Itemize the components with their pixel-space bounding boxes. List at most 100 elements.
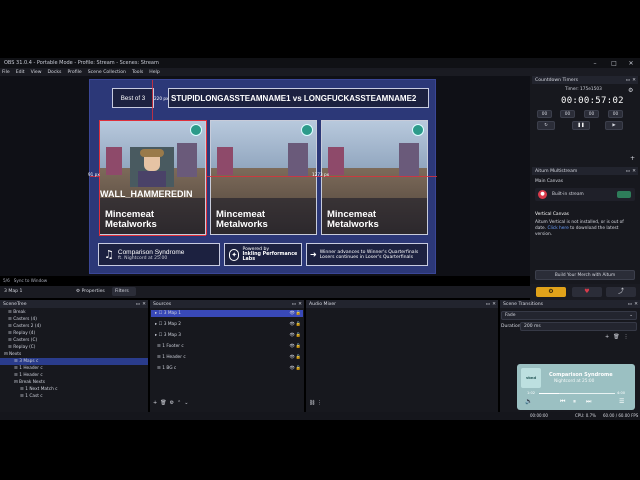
- map-card-1[interactable]: WALL_HAMMEREDIN Mincemeat Metalworks: [99, 120, 206, 235]
- map-card-2[interactable]: Mincemeat Metalworks: [210, 120, 317, 235]
- advance-line1: Winner advances to Winner's Quarterfinal…: [319, 249, 419, 255]
- audio-controls[interactable]: ⛓ ⋮: [309, 400, 322, 406]
- scenetree-title: SceneTree: [3, 301, 27, 307]
- tree-item[interactable]: ☰ Casters (4): [8, 316, 37, 323]
- source-item[interactable]: ▸ ☐ 3 Map 2 👁 🔒: [151, 321, 303, 328]
- gear-icon[interactable]: ⚙: [628, 87, 633, 94]
- transition-select[interactable]: Fade ⌄: [501, 311, 637, 320]
- undock-icon[interactable]: ▭: [292, 302, 296, 307]
- mini-player[interactable]: vbnd Comparison Syndrome Nightcord at 25…: [517, 364, 635, 410]
- add-icon[interactable]: +: [630, 155, 635, 162]
- menu-file[interactable]: File: [2, 70, 10, 75]
- menu-profile[interactable]: Profile: [67, 70, 81, 75]
- dim-top-label: 220 px: [154, 96, 169, 101]
- tree-item[interactable]: ☰ Replay (C): [8, 344, 35, 351]
- menu-scene-collection[interactable]: Scene Collection: [88, 70, 126, 75]
- scene-preview[interactable]: Best of 3 STUPIDLONGASSTEAMNAME1 vs LONG…: [88, 79, 437, 274]
- restart-icon[interactable]: ↻: [537, 121, 555, 130]
- tree-folder[interactable]: ⊟ Break Nexts: [14, 379, 45, 386]
- advance-box: ➜ Winner advances to Winner's Quarterfin…: [306, 243, 428, 266]
- duration-label: Duration: [501, 324, 521, 329]
- player-portrait: [130, 147, 174, 187]
- lock-icon: 🔒: [295, 333, 301, 338]
- properties-button[interactable]: ⚙ Properties: [76, 289, 105, 294]
- elapsed-time: 1:02: [527, 391, 536, 395]
- map-2-stage: Metalworks: [216, 219, 268, 230]
- tree-item[interactable]: ☰ 1 Cast c: [20, 393, 43, 400]
- menu-tools[interactable]: Tools: [132, 70, 143, 75]
- menu-docks[interactable]: Docks: [48, 70, 62, 75]
- close-icon[interactable]: ✕: [142, 302, 146, 307]
- tree-item[interactable]: ☰ Casters (C): [8, 337, 37, 344]
- source-item-selected[interactable]: ▸ ☐ 3 Map 1 👁 🔒: [151, 310, 303, 317]
- maximize-icon[interactable]: □: [605, 58, 623, 68]
- play-icon[interactable]: ▶: [605, 121, 623, 130]
- tree-item[interactable]: ☰ Replay (4): [8, 330, 35, 337]
- source-item[interactable]: ▸ ☐ 3 Map 3 👁 🔒: [151, 332, 303, 339]
- transitions-header: Scene Transitions ▭ ✕: [500, 300, 640, 308]
- pause-icon[interactable]: ⏸: [573, 398, 576, 406]
- undock-icon[interactable]: ▭: [136, 302, 140, 307]
- status-bar: 00:00:00 CPU: 0.7% 60.00 / 60.00 FPS: [0, 412, 640, 420]
- stream-toggle-button[interactable]: [617, 191, 631, 198]
- menu-view[interactable]: View: [31, 70, 42, 75]
- eye-icon: 👁: [289, 344, 295, 349]
- dim-left-label: 91 px: [88, 172, 100, 177]
- chevron-down-icon: ⌄: [629, 313, 633, 318]
- sources-controls[interactable]: +🗑⚙⌃⌄: [153, 400, 191, 406]
- menu-help[interactable]: Help: [149, 70, 159, 75]
- eye-icon: 👁: [289, 355, 295, 360]
- minimize-icon[interactable]: –: [586, 58, 604, 68]
- player-title: Comparison Syndrome: [549, 372, 613, 378]
- tree-folder[interactable]: ⊟ Nexts: [4, 351, 21, 358]
- vertical-download-link[interactable]: Click here: [547, 226, 568, 231]
- close-icon[interactable]: ✕: [634, 302, 638, 307]
- advance-line2: Losers continues in Loser's Quarterfinal…: [319, 254, 413, 260]
- duration-input[interactable]: 200 ms: [520, 322, 637, 331]
- build-merch-button[interactable]: Build Your Merch with Aitum: [535, 270, 635, 280]
- undock-icon[interactable]: ▭: [626, 169, 630, 174]
- source-item[interactable]: ☰ 1 BG c 👁 🔒: [151, 365, 303, 372]
- selection-guide: [206, 120, 207, 235]
- filters-button[interactable]: Filters: [112, 287, 136, 296]
- share-icon[interactable]: ⤴: [606, 287, 636, 297]
- menu-edit[interactable]: Edit: [16, 70, 25, 75]
- best-of-label: Best of 3: [120, 94, 146, 102]
- volume-icon[interactable]: 🔈: [525, 398, 532, 405]
- close-icon[interactable]: ✕: [298, 302, 302, 307]
- menu-icon[interactable]: ☰: [619, 398, 624, 405]
- transition-controls[interactable]: +🗑⋮: [605, 334, 633, 340]
- builtin-stream-row: ● Built-in stream: [535, 188, 635, 201]
- tree-item[interactable]: ☰ 1 Header c: [14, 372, 43, 379]
- trash-icon: 🗑: [613, 334, 624, 340]
- total-time: 4:00: [617, 391, 626, 395]
- tree-item[interactable]: ☰ Break: [8, 309, 26, 316]
- close-icon[interactable]: ✕: [632, 78, 636, 83]
- pause-icon[interactable]: ❚❚: [572, 121, 590, 130]
- eye-icon: 👁: [289, 311, 295, 316]
- undock-icon[interactable]: ▭: [486, 302, 490, 307]
- settings-gear-button[interactable]: ⚙: [536, 287, 566, 297]
- undock-icon[interactable]: ▭: [626, 78, 630, 83]
- close-icon[interactable]: ✕: [492, 302, 496, 307]
- map-card-3[interactable]: Mincemeat Metalworks: [321, 120, 428, 235]
- tree-item[interactable]: ☰ Casters 2 (4): [8, 323, 41, 330]
- undock-icon[interactable]: ▭: [628, 302, 632, 307]
- tree-item-selected[interactable]: ☰ 3 Maps c: [0, 358, 148, 365]
- close-icon[interactable]: ✕: [622, 58, 640, 68]
- timer-hours-field[interactable]: 00: [537, 110, 552, 118]
- timer-seconds-field[interactable]: 00: [584, 110, 599, 118]
- aitum-title: Aitum Multistream: [535, 168, 578, 174]
- tree-item[interactable]: ☰ 1 Next Match c: [20, 386, 58, 393]
- map-3-stage: Metalworks: [327, 219, 379, 230]
- source-item[interactable]: ☰ 1 Header c 👁 🔒: [151, 354, 303, 361]
- close-icon[interactable]: ✕: [632, 169, 636, 174]
- timer-frames-field[interactable]: 00: [608, 110, 623, 118]
- source-item[interactable]: ☰ 1 Footer c 👁 🔒: [151, 343, 303, 350]
- heart-icon[interactable]: ♥: [572, 287, 602, 297]
- tree-item[interactable]: ☰ 1 Header c: [14, 365, 43, 372]
- song-subtitle: ft. Nightcord at 25:00: [117, 255, 168, 261]
- timer-minutes-field[interactable]: 00: [560, 110, 575, 118]
- next-icon[interactable]: ⏭: [586, 398, 591, 406]
- previous-icon[interactable]: ⏮: [560, 398, 565, 406]
